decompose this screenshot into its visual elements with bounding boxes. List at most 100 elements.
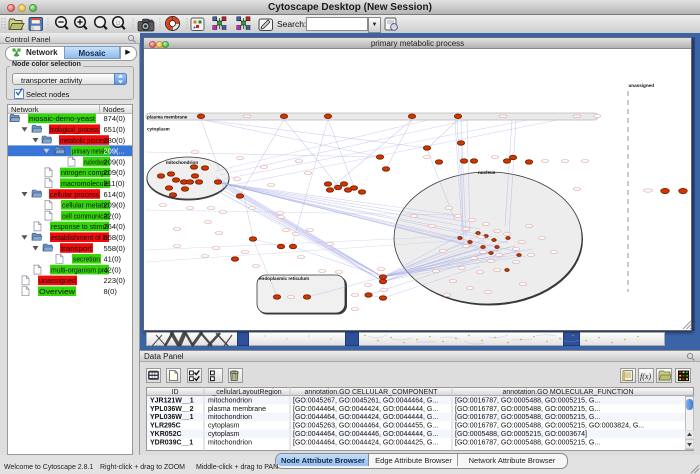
svg-text:···: ··· [506, 232, 509, 236]
svg-text:···: ··· [380, 267, 383, 271]
svg-text:···: ··· [515, 247, 518, 251]
svg-text:···: ··· [210, 206, 213, 210]
svg-text:mosaic-demo-yeast: mosaic-demo-yeast [29, 114, 96, 123]
svg-text:···: ··· [176, 227, 179, 231]
svg-text:···: ··· [541, 236, 544, 240]
svg-text:···: ··· [482, 250, 485, 254]
svg-text:···: ··· [307, 171, 310, 175]
svg-text:···: ··· [487, 290, 490, 294]
svg-text:···: ··· [452, 279, 455, 283]
svg-text:cellular metabo: cellular metabo [62, 201, 109, 210]
svg-text:···: ··· [329, 242, 332, 246]
svg-text:···: ··· [485, 222, 488, 226]
svg-text:···: ··· [280, 215, 283, 219]
svg-text:···: ··· [490, 259, 493, 263]
svg-text:macromolecule: macromolecule [61, 179, 109, 188]
svg-text:cellular process: cellular process [50, 190, 99, 199]
svg-text:···: ··· [473, 256, 476, 260]
svg-text:nitrogen compo: nitrogen compo [61, 168, 109, 177]
svg-text:response to stimul: response to stimul [51, 222, 108, 231]
svg-text:···: ··· [298, 159, 301, 163]
svg-text:···: ··· [498, 253, 501, 257]
svg-text:···: ··· [528, 224, 531, 228]
svg-text:···: ··· [576, 115, 579, 119]
svg-text:YPL036W__1: YPL036W__1 [150, 414, 194, 421]
svg-text:unassigned: unassigned [39, 276, 76, 285]
svg-text:···: ··· [295, 232, 298, 236]
svg-text:···: ··· [576, 187, 579, 191]
svg-text:cytoplasm: cytoplasm [147, 127, 170, 132]
svg-text:···: ··· [448, 206, 451, 210]
svg-text:···: ··· [442, 249, 445, 253]
svg-text:···: ··· [246, 115, 249, 119]
svg-text:···: ··· [469, 286, 472, 290]
svg-text:···: ··· [426, 155, 429, 159]
svg-text:···: ··· [465, 244, 468, 248]
svg-text:···: ··· [251, 206, 254, 210]
svg-text:···: ··· [553, 250, 556, 254]
svg-text:YJR121W__1: YJR121W__1 [150, 397, 194, 404]
svg-text:209(0): 209(0) [104, 157, 126, 166]
svg-text:[GO:0005488, GO:0005215, GO:00: [GO:0005488, GO:0005215, GO:0003674] [455, 431, 587, 438]
svg-text:establishment of lo: establishment of lo [51, 233, 108, 242]
svg-text:YLR295C: YLR295C [150, 423, 181, 430]
svg-text:YDR039C__1: YDR039C__1 [150, 439, 193, 446]
svg-text:209(0): 209(0) [104, 168, 126, 177]
svg-text:···: ··· [189, 206, 192, 210]
svg-text:···: ··· [502, 115, 505, 119]
svg-text:annotation.GO MOLECULAR_FUNCTI: annotation.GO MOLECULAR_FUNCTION [502, 389, 633, 396]
svg-text:···: ··· [596, 114, 599, 118]
svg-text:[GO:0016787, GO:0005488, GO:00: [GO:0016787, GO:0005488, GO:0005215, G..… [455, 414, 600, 421]
svg-text:···: ··· [263, 165, 266, 169]
svg-text:209(0): 209(0) [104, 201, 126, 210]
svg-text:···: ··· [413, 214, 416, 218]
svg-text:···: ··· [435, 269, 438, 273]
svg-text:···: ··· [270, 183, 273, 187]
svg-text:annotation.GO CELLULAR_COMPONE: annotation.GO CELLULAR_COMPONENT [304, 389, 438, 396]
svg-text:···: ··· [530, 253, 533, 257]
svg-text:···: ··· [480, 235, 483, 239]
svg-text:[GO:0045263, GO:0044464, GO:00: [GO:0045263, GO:0044464, GO:0044455, G..… [293, 423, 438, 430]
svg-text:···: ··· [354, 307, 357, 311]
svg-text:···: ··· [255, 264, 258, 268]
svg-text:[GO:0016787, GO:0005488, GO:00: [GO:0016787, GO:0005488, GO:0005215, G..… [455, 406, 600, 413]
svg-text:···: ··· [338, 270, 341, 274]
svg-text:metabolic process: metabolic process [60, 136, 108, 145]
svg-text:_cellularLayoutRegion: _cellularLayoutRegion [211, 389, 281, 396]
svg-text:···: ··· [647, 189, 650, 193]
svg-text:nucleus: nucleus [478, 170, 496, 175]
svg-text:mitochondrion: mitochondrion [166, 160, 198, 165]
svg-text:···: ··· [309, 228, 312, 232]
svg-text:YPL036W__2: YPL036W__2 [150, 406, 194, 413]
svg-text:[GO:0016787, GO:0005488, GO:00: [GO:0016787, GO:0005488, GO:0005215, GO:… [455, 423, 644, 430]
svg-text:···: ··· [239, 156, 242, 160]
svg-text:···: ··· [194, 150, 197, 154]
svg-text:[GO:0016787, GO:0005488, GO:00: [GO:0016787, GO:0005488, GO:0005215, G..… [455, 439, 600, 446]
svg-text:[GO:0016787, GO:0005488, GO:00: [GO:0016787, GO:0005488, GO:0005215, G..… [455, 397, 600, 404]
svg-text:···: ··· [461, 266, 464, 270]
svg-text:42(0): 42(0) [104, 265, 122, 274]
svg-text:plasma membrane: plasma membrane [208, 406, 266, 413]
svg-text:unassigned: unassigned [629, 83, 655, 88]
svg-text:···: ··· [204, 254, 207, 258]
svg-text:41(0): 41(0) [104, 255, 122, 264]
svg-text:mitochondrion: mitochondrion [208, 414, 252, 421]
svg-text:···: ··· [494, 155, 497, 159]
svg-text:···: ··· [215, 246, 218, 250]
svg-text:···: ··· [522, 282, 525, 286]
svg-text:311(0): 311(0) [104, 179, 126, 188]
svg-text:614(0): 614(0) [104, 190, 126, 199]
svg-text:223(0): 223(0) [104, 276, 126, 285]
svg-text:209(...: 209(... [104, 147, 125, 156]
svg-text:···: ··· [479, 270, 482, 274]
svg-text:secretion: secretion [73, 255, 100, 264]
svg-text:···: ··· [521, 240, 524, 244]
svg-text:···: ··· [321, 269, 324, 273]
svg-text:[GO:0044464, GO:0044446, GO:00: [GO:0044464, GO:0044446, GO:0044444, G..… [293, 431, 438, 438]
svg-text:···: ··· [457, 214, 460, 218]
svg-text:651(0): 651(0) [104, 125, 126, 134]
svg-text:···: ··· [367, 283, 370, 287]
svg-text:···: ··· [218, 231, 221, 235]
svg-text:···: ··· [300, 255, 303, 259]
svg-text:···: ··· [290, 295, 293, 299]
